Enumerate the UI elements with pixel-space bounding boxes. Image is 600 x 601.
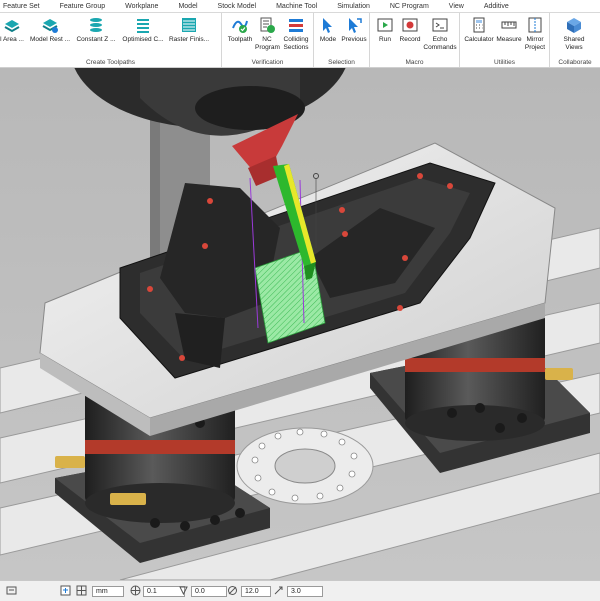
calculator-label: Calculator xyxy=(464,36,494,43)
macro-run-icon xyxy=(377,18,393,32)
toolpath-verify-label: Toolpath xyxy=(227,36,253,43)
raster-finishing-button[interactable]: Raster Finis... xyxy=(166,16,212,44)
measure-icon xyxy=(501,21,517,29)
calculator-button[interactable]: Calculator xyxy=(462,16,496,44)
echo-commands-label: Echo Commands xyxy=(423,36,457,51)
area-clearance-icon xyxy=(4,20,20,33)
diameter-icon xyxy=(228,586,237,595)
echo-commands-button[interactable]: Echo Commands xyxy=(423,16,457,51)
tab-model[interactable]: Model xyxy=(169,3,208,10)
shared-views-label: Shared Views xyxy=(563,36,585,51)
group-label-selection: Selection xyxy=(328,59,355,66)
selection-previous-button[interactable]: Previous xyxy=(340,16,368,44)
machining-scene xyxy=(0,68,600,580)
optimised-constant-z-label: Optimised C... xyxy=(122,36,164,43)
selection-mode-label: Mode xyxy=(319,36,337,43)
macro-record-button[interactable]: Record xyxy=(397,16,423,44)
colliding-sections-icon xyxy=(289,19,303,32)
units-field[interactable]: mm xyxy=(92,586,124,597)
macro-record-icon xyxy=(402,18,418,32)
macro-run-label: Run xyxy=(379,36,391,43)
tab-additive[interactable]: Additive xyxy=(475,3,520,10)
status-bar: mm 0.1 0.0 12.0 3.0 xyxy=(0,580,600,601)
model-rest-icon xyxy=(42,19,58,33)
calculator-icon xyxy=(473,17,485,33)
group-macro: Run Record Echo Commands Macro xyxy=(370,13,460,67)
toolpath-verify-icon xyxy=(232,20,248,33)
raster-finishing-icon xyxy=(182,18,196,32)
stepover-field[interactable]: 3.0 xyxy=(287,586,323,597)
nc-program-verify-label: NC Program xyxy=(255,36,280,51)
optimised-constant-z-icon xyxy=(137,19,149,33)
group-label-verification: Verification xyxy=(251,59,284,66)
optimised-constant-z-button[interactable]: Optimised C... xyxy=(120,16,166,44)
grid-icon[interactable] xyxy=(76,585,87,596)
colliding-sections-button[interactable]: Colliding Sections xyxy=(280,16,312,51)
ribbon-tab-bar: Feature Set Feature Group Workplane Mode… xyxy=(0,0,600,13)
group-collaborate: Shared Views Collaborate xyxy=(550,13,600,67)
selection-previous-icon xyxy=(349,18,362,33)
toolpath-verify-button[interactable]: Toolpath xyxy=(225,16,255,44)
echo-commands-icon xyxy=(432,18,448,32)
stepover-icon xyxy=(274,586,283,595)
tab-machine-tool[interactable]: Machine Tool xyxy=(267,3,328,10)
group-label-create-toolpaths: Create Toolpaths xyxy=(85,59,136,66)
macro-record-label: Record xyxy=(399,36,421,43)
mirror-project-icon xyxy=(528,17,542,33)
tab-stock-model[interactable]: Stock Model xyxy=(209,3,268,10)
group-verification: Toolpath NC Program Colliding Sections V… xyxy=(222,13,314,67)
tab-feature-group[interactable]: Feature Group xyxy=(51,3,117,10)
group-label-utilities: Utilities xyxy=(494,59,515,66)
tab-view[interactable]: View xyxy=(440,3,475,10)
nc-program-verify-icon xyxy=(260,17,275,33)
nc-program-verify-button[interactable]: NC Program xyxy=(255,16,280,51)
thickness-icon xyxy=(179,586,188,596)
tab-simulation[interactable]: Simulation xyxy=(328,3,381,10)
tolerance-icon xyxy=(130,585,141,596)
shared-views-button[interactable]: Shared Views xyxy=(555,16,593,51)
macro-run-button[interactable]: Run xyxy=(374,16,396,44)
colliding-sections-label: Colliding Sections xyxy=(283,36,309,51)
group-create-toolpaths: l Area ... Model Rest ... Constant Z ...… xyxy=(0,13,222,67)
group-utilities: Calculator Measure Mirror Project Utilit… xyxy=(460,13,550,67)
area-clearance-button[interactable]: l Area ... xyxy=(0,16,30,44)
workplane-icon[interactable] xyxy=(60,585,71,596)
mirror-project-label: Mirror Project xyxy=(524,36,546,51)
zero-point-plate xyxy=(236,427,374,505)
tab-workplane[interactable]: Workplane xyxy=(116,3,169,10)
selection-mode-button[interactable]: Mode xyxy=(317,16,339,44)
measure-button[interactable]: Measure xyxy=(496,16,522,44)
toolbar-options-icon[interactable] xyxy=(6,585,17,596)
thickness-field[interactable]: 0.0 xyxy=(191,586,227,597)
model-rest-label: Model Rest ... xyxy=(29,36,71,43)
ribbon: l Area ... Model Rest ... Constant Z ...… xyxy=(0,13,600,68)
constant-z-label: Constant Z ... xyxy=(76,36,116,43)
selection-previous-label: Previous xyxy=(341,36,367,43)
shared-views-icon xyxy=(567,18,581,33)
tab-nc-program[interactable]: NC Program xyxy=(381,3,440,10)
area-clearance-label: l Area ... xyxy=(0,36,24,43)
selection-mode-icon xyxy=(323,18,332,33)
group-label-collaborate: Collaborate xyxy=(558,59,592,66)
graphics-viewport[interactable] xyxy=(0,68,600,580)
raster-finishing-label: Raster Finis... xyxy=(168,36,210,43)
measure-label: Measure xyxy=(496,36,522,43)
model-rest-button[interactable]: Model Rest ... xyxy=(28,16,72,44)
group-selection: Mode Previous Selection xyxy=(314,13,370,67)
mirror-project-button[interactable]: Mirror Project xyxy=(522,16,548,51)
tool-diameter-field[interactable]: 12.0 xyxy=(241,586,271,597)
tab-feature-set[interactable]: Feature Set xyxy=(0,3,51,10)
group-label-macro: Macro xyxy=(405,59,424,66)
constant-z-icon xyxy=(90,18,102,32)
constant-z-button[interactable]: Constant Z ... xyxy=(74,16,118,44)
